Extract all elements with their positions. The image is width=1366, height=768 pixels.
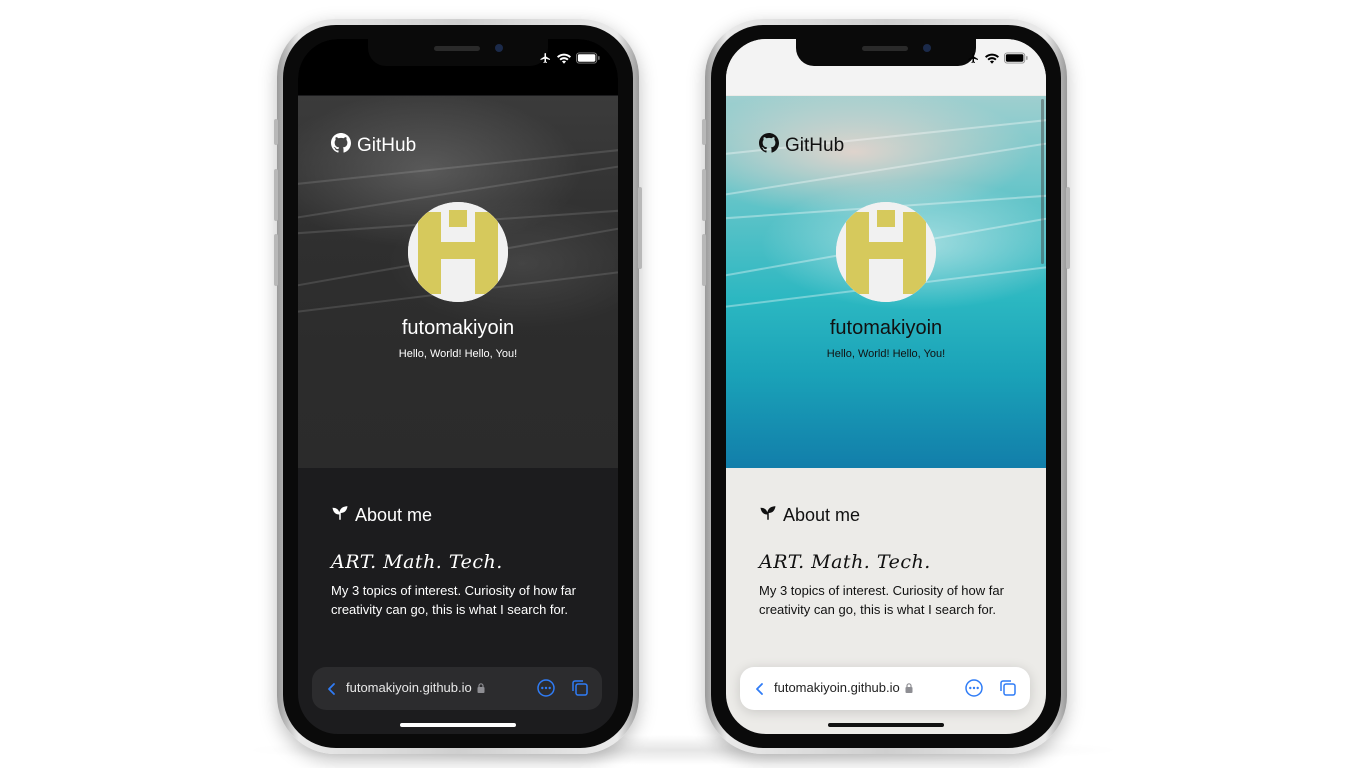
wifi-icon: [985, 53, 999, 64]
status-icons: [967, 52, 1028, 64]
about-title: ART. Math. Tech.: [759, 551, 931, 573]
chevron-left-icon[interactable]: [752, 681, 768, 697]
home-indicator[interactable]: [828, 723, 944, 727]
about-heading: About me: [331, 504, 591, 527]
brand-label: GitHub: [357, 135, 417, 156]
power-button: [638, 187, 642, 269]
status-bar: [726, 39, 1046, 95]
username: futomakiyoin: [401, 317, 515, 339]
phone-light-mode: GitHub futomakiyoin Hello, World! Hello,…: [702, 19, 1070, 754]
lock-icon: [905, 682, 913, 693]
battery-icon: [576, 52, 600, 64]
avatar: [836, 202, 936, 302]
about-section: About me ART. Math. Tech. My 3 topics of…: [331, 504, 591, 619]
power-button: [1066, 187, 1070, 269]
hero-banner: GitHub futomakiyoin Hello, World! Hello,…: [726, 96, 1046, 468]
volume-up-button: [702, 169, 706, 221]
battery-icon: [1004, 52, 1028, 64]
bio-text: Hello, World! Hello, You!: [826, 348, 946, 360]
airplane-icon: [539, 52, 552, 64]
ellipsis-circle-icon[interactable]: [537, 679, 555, 697]
speaker: [434, 46, 480, 51]
address-bar[interactable]: futomakiyoin.github.io: [774, 680, 913, 695]
notch: [368, 39, 548, 66]
airplane-icon: [967, 52, 980, 64]
about-heading: About me: [759, 504, 1019, 527]
about-heading-label: About me: [355, 505, 433, 525]
about-text: My 3 topics of interest. Curiosity of ho…: [331, 583, 576, 617]
safari-toolbar: futomakiyoin.github.io: [740, 667, 1030, 710]
volume-down-button: [702, 234, 706, 286]
github-link[interactable]: GitHub: [759, 133, 844, 159]
scroll-indicator[interactable]: [1041, 99, 1044, 264]
safari-toolbar: futomakiyoin.github.io: [312, 667, 602, 710]
volume-up-button: [274, 169, 278, 221]
url-text: futomakiyoin.github.io: [346, 680, 472, 695]
username: futomakiyoin: [829, 317, 943, 339]
mute-switch: [274, 119, 278, 145]
about-text: My 3 topics of interest. Curiosity of ho…: [759, 583, 1004, 617]
status-bar: [298, 39, 618, 95]
tabs-icon[interactable]: [571, 679, 589, 697]
identicon-logo: [836, 202, 936, 302]
hero-banner: GitHub futomakiyoin Hello, World! Hello,…: [298, 96, 618, 468]
front-camera: [495, 44, 503, 52]
wifi-icon: [557, 53, 571, 64]
ellipsis-circle-icon[interactable]: [965, 679, 983, 697]
phone-dark-mode: GitHub futomakiyoin Hello, World! Hello,…: [274, 19, 642, 754]
github-link[interactable]: GitHub: [331, 133, 416, 159]
address-bar[interactable]: futomakiyoin.github.io: [346, 680, 485, 695]
volume-down-button: [274, 234, 278, 286]
status-icons: [539, 52, 600, 64]
sprout-icon: [759, 504, 777, 527]
brand-label: GitHub: [785, 135, 845, 156]
avatar: [408, 202, 508, 302]
github-icon: [331, 133, 352, 159]
screen: GitHub futomakiyoin Hello, World! Hello,…: [298, 39, 618, 734]
url-text: futomakiyoin.github.io: [774, 680, 900, 695]
sprout-icon: [331, 504, 349, 527]
lock-icon: [477, 682, 485, 693]
about-section: About me ART. Math. Tech. My 3 topics of…: [759, 504, 1019, 619]
about-heading-label: About me: [783, 505, 861, 525]
speaker: [862, 46, 908, 51]
bio-text: Hello, World! Hello, You!: [398, 348, 518, 360]
chevron-left-icon[interactable]: [324, 681, 340, 697]
identicon-logo: [408, 202, 508, 302]
github-icon: [759, 133, 780, 159]
screen: GitHub futomakiyoin Hello, World! Hello,…: [726, 39, 1046, 734]
mute-switch: [702, 119, 706, 145]
tabs-icon[interactable]: [999, 679, 1017, 697]
home-indicator[interactable]: [400, 723, 516, 727]
front-camera: [923, 44, 931, 52]
notch: [796, 39, 976, 66]
about-title: ART. Math. Tech.: [331, 551, 503, 573]
